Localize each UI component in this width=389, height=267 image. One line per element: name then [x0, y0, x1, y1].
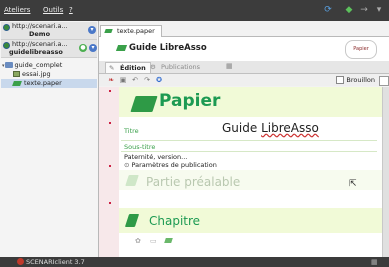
grid-icon[interactable]: ▦ — [226, 62, 233, 70]
menu-help[interactable]: ? — [69, 6, 73, 14]
titre-value: Guide — [222, 121, 262, 135]
back-arrow-icon[interactable]: ◆ — [343, 4, 355, 16]
bookmark-icon[interactable]: ❧ — [107, 76, 115, 84]
mouse-cursor-icon: ⇱ — [349, 179, 357, 189]
repository-url: http://scenari.a... — [12, 40, 68, 48]
dropdown-icon[interactable]: ▾ — [373, 4, 385, 16]
document-content: Papier Titre Guide LibreAsso Sous-titre … — [119, 87, 382, 257]
menu-outils[interactable]: Outils — [43, 6, 63, 14]
editor-toolbar: ❧ ▣ ↶ ↷ ✪ Brouillon — [99, 74, 389, 86]
paper-doc-icon — [130, 96, 158, 112]
add-icon[interactable]: ✿ — [135, 237, 141, 245]
insert-icon[interactable]: ▭ — [150, 237, 157, 245]
view-toggle-icon[interactable] — [379, 76, 389, 86]
marker-icon — [109, 90, 111, 92]
repository-name: guidelibreasso — [9, 48, 63, 56]
tree-item-texte-paper[interactable]: texte.paper — [1, 79, 97, 88]
repository-name: Demo — [29, 30, 51, 38]
paper-doc-icon — [115, 45, 128, 51]
marker-icon — [109, 122, 111, 124]
workspace-panel: http://scenari.a... Demo ▾ http://scenar… — [0, 21, 99, 257]
edit-gutter — [99, 87, 119, 257]
tree-item-label: texte.paper — [24, 79, 62, 87]
globe-icon — [3, 24, 10, 31]
tab-label: Publications — [161, 63, 201, 71]
mode-tabs: ✎ Édition ⚙ Publications ▦ — [99, 61, 389, 74]
menu-bar: Ateliers Outils ? ⟳ ◆ → ▾ — [0, 0, 389, 21]
marker-icon — [109, 165, 111, 167]
forward-arrow-icon[interactable]: → — [358, 4, 370, 16]
tree-item-essai-jpg[interactable]: essai.jpg — [1, 70, 97, 79]
partie-prealable-heading[interactable]: Partie préalable — [146, 175, 240, 189]
tree-item-label: guide_complet — [14, 61, 63, 69]
tab-publications[interactable]: ⚙ Publications — [147, 62, 200, 72]
editor-panel: texte.paper Guide LibreAsso Papier ✎ Édi… — [99, 21, 389, 257]
save-icon[interactable]: ▣ — [119, 76, 127, 84]
document-title: Guide LibreAsso — [129, 43, 207, 53]
expand-circle-icon: ⊙ — [124, 161, 132, 169]
connected-icon[interactable]: ● — [79, 44, 87, 52]
status-text: SCENARIclient 3.7 — [26, 258, 85, 266]
divider — [121, 140, 377, 141]
paternite-field[interactable]: Paternité, version... — [124, 153, 187, 161]
draft-checkbox[interactable]: Brouillon — [336, 76, 375, 84]
menu-ateliers[interactable]: Ateliers — [4, 6, 30, 14]
file-tree: ▾ guide_complet essai.jpg texte.paper — [1, 61, 97, 88]
section-icon — [125, 175, 139, 186]
checkbox-icon[interactable] — [336, 76, 345, 84]
sous-titre-label[interactable]: Sous-titre — [124, 143, 155, 151]
draft-label: Brouillon — [346, 76, 375, 84]
publication-params-toggle[interactable]: ⊙ Paramètres de publication — [124, 161, 217, 169]
repository-guidelibreasso[interactable]: http://scenari.a... guidelibreasso ● ▾ — [1, 40, 97, 58]
titre-label: Titre — [124, 127, 139, 135]
tab-texte-paper[interactable]: texte.paper — [100, 25, 162, 37]
titre-field[interactable]: Guide LibreAsso — [222, 121, 319, 135]
marker-icon — [109, 202, 111, 204]
spellcheck-word: LibreAsso — [261, 121, 319, 135]
tab-edition[interactable]: ✎ Édition — [105, 62, 151, 73]
chapter-small-icon[interactable] — [164, 238, 173, 243]
redo-icon[interactable]: ↷ — [143, 76, 151, 84]
network-icon[interactable]: ⟳ — [322, 4, 334, 16]
params-label: Paramètres de publication — [131, 161, 217, 169]
edit-pencil-icon: ✎ — [109, 64, 115, 72]
paper-heading-band: Papier — [119, 87, 382, 117]
undo-icon[interactable]: ↶ — [131, 76, 139, 84]
repository-options-icon[interactable]: ▾ — [89, 44, 97, 52]
tab-label: Édition — [120, 64, 146, 72]
folder-icon — [4, 62, 13, 68]
tree-item-guide-complet[interactable]: ▾ guide_complet — [1, 61, 97, 70]
model-badge[interactable]: Papier — [345, 40, 377, 59]
tree-item-label: essai.jpg — [22, 70, 51, 78]
document-heading: Papier — [159, 91, 221, 111]
publish-gear-icon: ⚙ — [150, 63, 156, 71]
document-header: Guide LibreAsso Papier — [99, 37, 389, 61]
image-file-icon — [13, 71, 20, 77]
repository-url: http://scenari.a... — [12, 22, 68, 30]
vertical-scrollbar[interactable] — [382, 87, 389, 257]
repository-demo[interactable]: http://scenari.a... Demo ▾ — [1, 22, 97, 40]
divider — [121, 151, 377, 152]
chapitre-heading[interactable]: Chapitre — [149, 214, 200, 228]
document-tabbar: texte.paper — [99, 25, 389, 37]
app-icon — [17, 258, 24, 265]
chapter-icon — [124, 214, 140, 227]
resize-icon[interactable]: ▦ — [371, 258, 378, 266]
tab-label: texte.paper — [117, 27, 155, 35]
status-bar: SCENARIclient 3.7 ▦ — [0, 257, 389, 267]
info-icon[interactable]: ✪ — [155, 76, 163, 84]
paper-doc-icon — [12, 80, 22, 86]
paper-doc-icon — [104, 29, 113, 33]
repository-options-icon[interactable]: ▾ — [88, 26, 96, 34]
